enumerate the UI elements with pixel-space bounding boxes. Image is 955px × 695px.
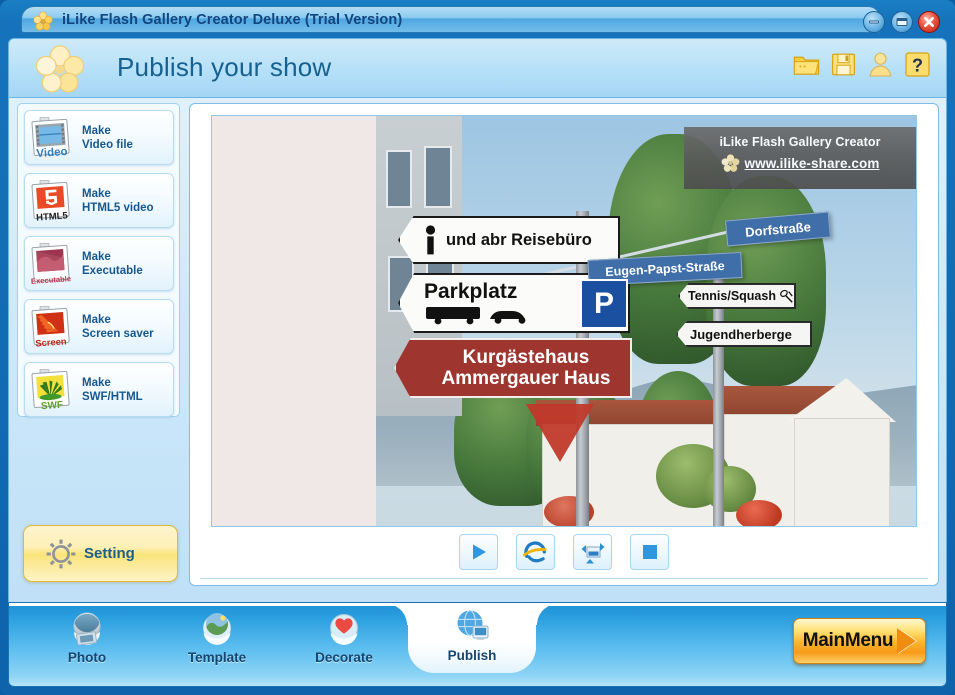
photo-tree [706,176,826,386]
header-icon-group: ? [792,50,932,79]
minimize-button[interactable] [863,11,885,33]
arrow-right-icon [897,628,917,654]
open-folder-icon[interactable] [792,50,821,79]
open-in-browser-button[interactable] [516,534,555,570]
tennis-racket-icon [780,289,793,303]
photo-globe-icon [67,609,107,649]
swf-html-icon: SWF [28,367,76,413]
main-menu-button[interactable]: MainMenu [793,618,926,664]
tab-decorate[interactable]: Decorate [288,609,400,671]
tab-decorate-label: Decorate [315,650,373,665]
minimize-glyph [869,20,879,24]
make-swf-html-button[interactable]: SWF Make SWF/HTML [24,362,174,417]
preview-panel: und abr Reisebüro Parkplatz P Kurgästeha… [189,103,939,586]
tab-template-label: Template [187,650,247,665]
watermark-url[interactable]: www.ilike-share.com [745,156,880,171]
tab-photo[interactable]: Photo [31,609,143,671]
maximize-button[interactable] [891,11,913,33]
watermark-overlay: iLike Flash Gallery Creator www.ilike-sh… [684,127,916,189]
information-i-icon [425,225,436,255]
main-menu-label: MainMenu [802,630,894,651]
preview-photo: und abr Reisebüro Parkplatz P Kurgästeha… [376,116,916,526]
sign-text: und abr Reisebüro [446,230,592,249]
tab-publish-label: Publish [447,648,497,663]
sign-text: Eugen-Papst-Straße [604,258,726,280]
svg-text:?: ? [912,55,923,75]
preview-stage: und abr Reisebüro Parkplatz P Kurgästeha… [211,115,917,527]
executable-icon: Executable [28,241,76,287]
sign-kurgaestehaus: Kurgästehaus Ammergauer Haus [394,338,632,398]
video-file-icon: Video [28,115,76,161]
clover-flower-icon [35,45,85,93]
resize-arrows-icon [581,543,604,564]
sign-reisebuero: und abr Reisebüro [398,216,620,264]
sign-text: Jugendherberge [690,326,792,342]
fullscreen-button[interactable] [573,534,612,570]
svg-text:Executable: Executable [31,274,72,286]
play-button[interactable] [459,534,498,570]
sign-text-line1: Kurgästehaus [462,347,590,368]
make-video-file-button[interactable]: Video Make Video file [24,110,174,165]
window-title: iLike Flash Gallery Creator Deluxe (Tria… [62,12,403,28]
clover-flower-icon [721,154,739,172]
svg-text:Screen: Screen [35,335,67,348]
make-executable-label: Make Executable [82,250,143,277]
sign-text-line2: Ammergauer Haus [441,368,611,389]
help-icon[interactable]: ? [903,50,932,79]
svg-text:HTML5: HTML5 [36,210,69,223]
gear-icon [46,539,76,568]
svg-text:SWF: SWF [41,399,64,412]
make-video-file-label: Make Video file [82,124,133,151]
setting-button[interactable]: Setting [23,525,178,582]
make-screen-saver-button[interactable]: Screen Make Screen saver [24,299,174,354]
page-title: Publish your show [117,52,332,82]
publish-options-sidebar: Video Make Video file HTML5 Make HTML5 v… [17,103,180,417]
make-screen-saver-label: Make Screen saver [82,313,154,340]
tab-publish[interactable]: Publish [416,607,528,669]
player-controls [190,534,938,570]
internet-explorer-icon [523,540,547,562]
sign-text: Tennis/Squash [688,289,776,303]
bottom-navigation: Photo Template Decorate Publish MainMenu [8,602,947,687]
parking-plate: P [580,279,628,329]
play-triangle-icon [472,544,486,560]
publish-globe-icon [452,607,492,647]
clover-flower-icon [33,11,53,31]
svg-text:Video: Video [36,145,68,159]
template-globe-icon [197,609,237,649]
maximize-glyph [896,18,908,26]
make-executable-button[interactable]: Executable Make Executable [24,236,174,291]
title-bar: iLike Flash Gallery Creator Deluxe (Tria… [5,4,950,36]
page-header: Publish your show ? [8,38,947,98]
html5-video-icon: HTML5 [28,178,76,224]
sign-tennis-squash: Tennis/Squash [678,283,796,309]
heart-globe-icon [324,609,364,649]
tab-template[interactable]: Template [161,609,273,671]
stop-square-icon [642,545,657,559]
screen-saver-icon: Screen [28,304,76,350]
sign-jugendherberge: Jugendherberge [676,321,812,347]
application-window: iLike Flash Gallery Creator Deluxe (Tria… [0,0,955,695]
close-icon [924,17,934,27]
make-swf-html-label: Make SWF/HTML [82,376,143,403]
user-account-icon[interactable] [866,50,895,79]
main-body: Video Make Video file HTML5 Make HTML5 v… [8,98,947,602]
stop-button[interactable] [630,534,669,570]
save-icon[interactable] [829,50,858,79]
close-button[interactable] [918,11,940,33]
preview-divider [200,578,928,579]
sign-text: Dorfstraße [744,218,812,240]
make-html5-video-button[interactable]: HTML5 Make HTML5 video [24,173,174,228]
setting-label: Setting [84,545,135,562]
make-html5-video-label: Make HTML5 video [82,187,154,214]
photo-yield-sign [526,404,594,462]
tab-photo-label: Photo [67,650,107,665]
bus-and-car-icon [426,307,526,325]
watermark-title: iLike Flash Gallery Creator [719,135,881,149]
sign-text: Parkplatz [424,280,518,303]
